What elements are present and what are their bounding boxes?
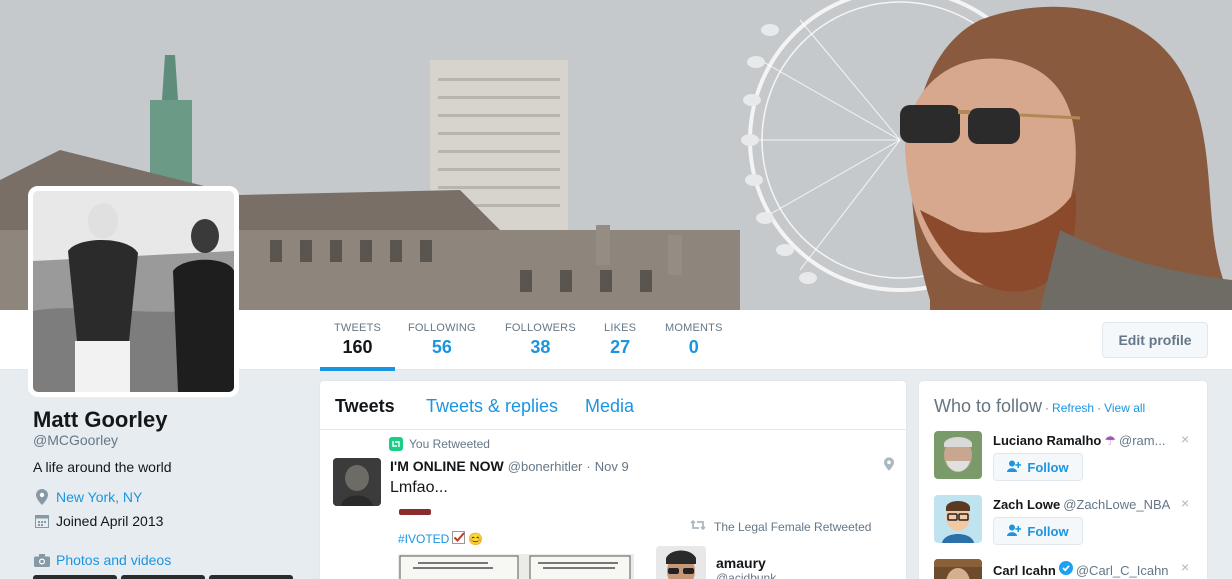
tweet-date[interactable]: Nov 9 xyxy=(595,459,629,474)
profile-location: New York, NY xyxy=(33,488,142,506)
suggested-user-name[interactable]: Luciano Ramalho xyxy=(993,433,1101,448)
media-thumbnail[interactable] xyxy=(33,575,117,579)
embedded-author-avatar[interactable] xyxy=(656,546,706,579)
joined-date: Joined April 2013 xyxy=(56,513,164,529)
stat-tweets[interactable]: TWEETS 160 xyxy=(319,322,396,371)
stat-tweets-label: TWEETS xyxy=(334,322,382,334)
hashtag-link[interactable]: #IVOTED xyxy=(398,532,449,546)
umbrella-icon: ☂ xyxy=(1104,433,1117,448)
tweet-author-avatar[interactable] xyxy=(333,458,381,506)
profile-avatar[interactable] xyxy=(28,186,239,397)
stat-following-label: FOLLOWING xyxy=(408,322,476,334)
suggested-user-line: Luciano Ramalho ☂ @ram... xyxy=(993,433,1183,449)
follow-label: Follow xyxy=(1027,459,1069,475)
retweet-context: You Retweeted xyxy=(389,437,490,451)
profile-joined: Joined April 2013 xyxy=(33,512,163,530)
follow-person-plus-icon xyxy=(1007,524,1022,539)
dismiss-close-icon[interactable]: × xyxy=(1181,495,1189,511)
location-pin-icon xyxy=(33,488,51,506)
tweet-author-handle[interactable]: @bonerhitler xyxy=(508,459,583,474)
timeline: Tweets Tweets & replies Media You Retwee… xyxy=(319,380,907,579)
suggested-user-name[interactable]: Zach Lowe xyxy=(993,497,1060,512)
avatar-photo xyxy=(33,191,234,392)
profile-bio: A life around the world xyxy=(33,459,172,475)
separator: · xyxy=(1045,401,1050,415)
embedded-author-handle[interactable]: @acidbunk xyxy=(716,571,776,579)
follow-person-plus-icon xyxy=(1007,460,1022,475)
stat-followers-label: FOLLOWERS xyxy=(505,322,576,334)
photos-and-videos[interactable]: Photos and videos xyxy=(33,551,171,569)
embedded-author-name[interactable]: amaury xyxy=(716,555,766,571)
retweet-icon xyxy=(690,519,706,534)
follow-button[interactable]: Follow xyxy=(993,453,1083,481)
dismiss-close-icon[interactable]: × xyxy=(1181,431,1189,447)
smile-emoji: 😊 xyxy=(468,532,484,546)
calendar-icon xyxy=(33,512,51,530)
tab-tweets-and-replies[interactable]: Tweets & replies xyxy=(426,396,558,417)
tweet-text: Lmfao... xyxy=(390,479,448,496)
hashtag-row: #IVOTED 😊 xyxy=(398,531,483,547)
tweet-separator: · xyxy=(586,459,591,474)
refresh-link[interactable]: Refresh xyxy=(1052,401,1094,415)
stat-following[interactable]: FOLLOWING 56 xyxy=(408,322,476,358)
timeline-tabs: Tweets Tweets & replies Media xyxy=(320,381,906,430)
suggested-user-handle[interactable]: @ZachLowe_NBA xyxy=(1063,497,1170,512)
stat-moments-value: 0 xyxy=(688,337,699,357)
media-thumbnails xyxy=(33,575,293,579)
verified-badge-icon xyxy=(1058,561,1073,578)
retweet-context-text: You Retweeted xyxy=(409,437,490,451)
stat-moments-label: MOMENTS xyxy=(665,322,723,334)
tab-media[interactable]: Media xyxy=(585,396,634,417)
suggested-user-name[interactable]: Carl Icahn xyxy=(993,563,1056,578)
stat-likes-label: LIKES xyxy=(604,322,637,334)
stat-following-value: 56 xyxy=(431,337,452,357)
stat-followers[interactable]: FOLLOWERS 38 xyxy=(505,322,576,358)
suggested-user-handle[interactable]: @ram... xyxy=(1119,433,1165,448)
view-all-link[interactable]: View all xyxy=(1104,401,1145,415)
embedded-ballot-image[interactable] xyxy=(398,554,634,579)
location-pin-icon[interactable] xyxy=(884,457,894,476)
who-to-follow: Who to follow · Refresh · View all Lucia… xyxy=(918,380,1208,579)
location-link[interactable]: New York, NY xyxy=(56,489,142,505)
ballot-check-icon xyxy=(452,531,466,547)
suggested-user-line: Carl Icahn @Carl_C_Icahn xyxy=(993,561,1183,578)
tweet-author-name[interactable]: I'M ONLINE NOW xyxy=(390,458,504,474)
profile-name[interactable]: Matt Goorley xyxy=(33,407,167,433)
stat-moments[interactable]: MOMENTS 0 xyxy=(665,322,723,358)
retweet-icon xyxy=(389,437,403,451)
profile-handle[interactable]: @MCGoorley xyxy=(33,432,118,448)
media-thumbnail[interactable] xyxy=(209,575,293,579)
separator: · xyxy=(1097,401,1102,415)
stat-followers-value: 38 xyxy=(530,337,551,357)
suggested-user-avatar[interactable] xyxy=(934,495,982,543)
who-to-follow-header: Who to follow · Refresh · View all xyxy=(934,396,1145,417)
embedded-retweet-context: The Legal Female Retweeted xyxy=(690,519,871,534)
photos-and-videos-link[interactable]: Photos and videos xyxy=(56,552,171,568)
embedded-media-strip xyxy=(399,509,431,515)
stat-likes[interactable]: LIKES 27 xyxy=(604,322,636,358)
dismiss-close-icon[interactable]: × xyxy=(1181,559,1189,575)
tab-tweets[interactable]: Tweets xyxy=(335,396,395,417)
camera-icon xyxy=(33,551,51,569)
embedded-retweet-context-text: The Legal Female Retweeted xyxy=(714,519,872,534)
follow-label: Follow xyxy=(1027,523,1069,539)
who-to-follow-title: Who to follow xyxy=(934,396,1043,416)
edit-profile-button[interactable]: Edit profile xyxy=(1102,322,1208,358)
stat-likes-value: 27 xyxy=(610,337,631,357)
media-thumbnail[interactable] xyxy=(121,575,205,579)
stat-tweets-value: 160 xyxy=(342,337,373,357)
suggested-user-line: Zach Lowe @ZachLowe_NBA xyxy=(993,497,1183,512)
suggested-user-avatar[interactable] xyxy=(934,431,982,479)
suggested-user-avatar[interactable] xyxy=(934,559,982,579)
suggested-user-handle[interactable]: @Carl_C_Icahn xyxy=(1076,563,1169,578)
follow-button[interactable]: Follow xyxy=(993,517,1083,545)
tweet-header: I'M ONLINE NOW @bonerhitler · Nov 9 xyxy=(390,458,629,474)
